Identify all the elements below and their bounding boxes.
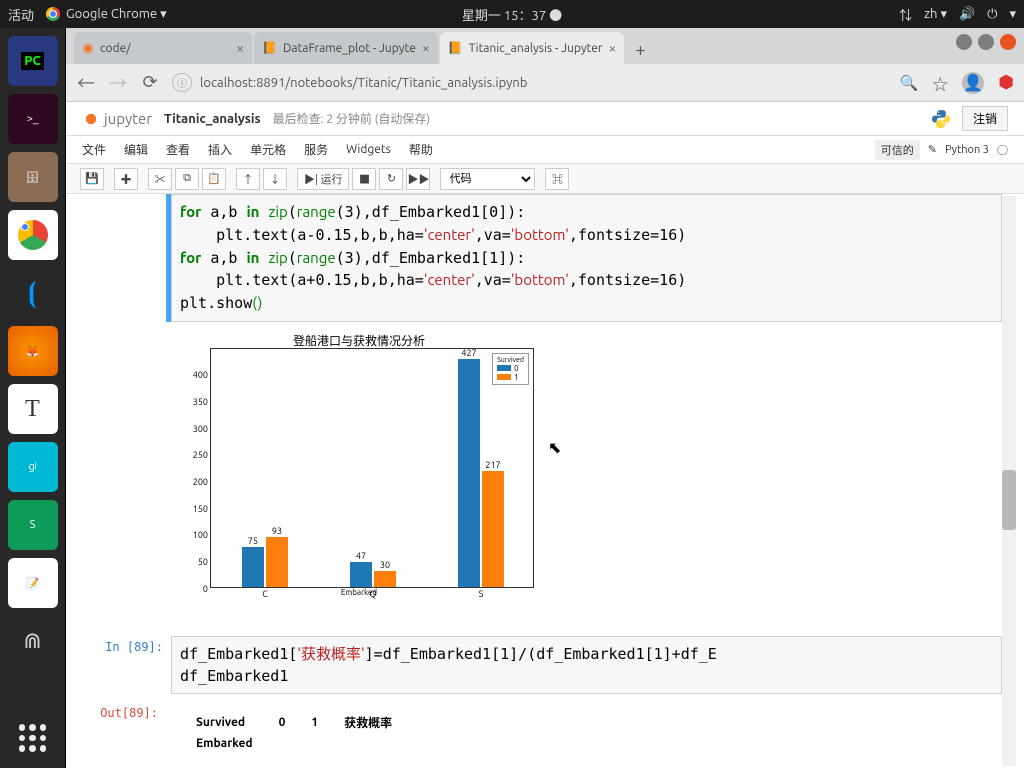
notebook-header: jupyter Titanic_analysis 最后检查: 2 分钟前 (自动… (66, 102, 1024, 136)
new-tab-button[interactable]: + (626, 36, 654, 64)
dock-wps[interactable]: S (8, 500, 58, 550)
menu-insert[interactable]: 插入 (208, 141, 232, 158)
menu-file[interactable]: 文件 (82, 141, 106, 158)
kernel-status-icon: ○ (997, 142, 1008, 158)
clock[interactable]: 星期一 15：37 ● (462, 5, 562, 24)
move-up-button[interactable]: ↑ (236, 168, 260, 190)
search-icon[interactable]: 🔍 (900, 74, 919, 92)
tab-strip: ◉code/× 📙DataFrame_plot - Jupyte× 📙Titan… (66, 28, 1024, 64)
menu-help[interactable]: 帮助 (409, 141, 433, 158)
scrollbar[interactable] (1002, 196, 1016, 766)
code-cell[interactable]: In [89]: df_Embarked1['获救概率']=df_Embarke… (166, 636, 1002, 695)
paste-button[interactable]: 📋 (202, 168, 226, 190)
volume-icon[interactable]: 🔊 (959, 7, 975, 22)
dock-text[interactable]: T (8, 384, 58, 434)
copy-button[interactable]: ⧉ (175, 168, 199, 190)
edit-icon[interactable]: ✎ (928, 143, 937, 156)
command-palette-button[interactable]: ⌘ (545, 168, 569, 190)
trusted-indicator[interactable]: 可信的 (875, 140, 920, 160)
restart-run-button[interactable]: ▶▶ (406, 168, 430, 190)
system-menu-icon[interactable]: ▾ (1009, 7, 1016, 22)
activities-button[interactable]: 活动 (8, 5, 34, 24)
chrome-icon (46, 7, 60, 21)
output-prompt: Out[89]: (78, 706, 158, 720)
dock-notes[interactable]: 📝 (8, 558, 58, 608)
bookmark-icon[interactable]: ☆ (932, 71, 948, 95)
move-down-button[interactable]: ↓ (263, 168, 287, 190)
cut-button[interactable]: ✂ (148, 168, 172, 190)
dock-chrome[interactable] (8, 210, 58, 260)
dock-terminal[interactable]: >_ (8, 94, 58, 144)
window-maximize[interactable] (978, 34, 994, 50)
chart-title: 登船港口与获救情况分析 (174, 330, 544, 349)
dock-app-teal[interactable]: gʲ (8, 442, 58, 492)
menu-cell[interactable]: 单元格 (250, 141, 286, 158)
kernel-name[interactable]: Python 3 (945, 144, 989, 156)
restart-button[interactable]: ↻ (379, 168, 403, 190)
app-menu[interactable]: Google Chrome ▾ (66, 7, 167, 22)
close-icon[interactable]: × (236, 40, 244, 56)
dock-pycharm[interactable]: PC (8, 36, 58, 86)
code-input[interactable]: for a,b in zip(range(3),df_Embarked1[0])… (171, 194, 1002, 322)
site-info-icon[interactable]: ⓘ (172, 73, 192, 92)
dock-vscode[interactable]: ⦗ (8, 268, 58, 318)
notebook-cells[interactable]: for a,b in zip(range(3),df_Embarked1[0])… (66, 194, 1024, 768)
back-button[interactable]: ← (76, 70, 96, 96)
tab-code[interactable]: ◉code/× (74, 32, 252, 64)
reload-button[interactable]: ⟳ (140, 72, 160, 93)
toolbar: 💾 ✚ ✂ ⧉ 📋 ↑ ↓ ▶| 运行 ■ ↻ ▶▶ 代码 ⌘ (66, 164, 1024, 194)
window-close[interactable] (1000, 34, 1016, 50)
menu-widgets[interactable]: Widgets (346, 143, 391, 156)
run-button[interactable]: ▶| 运行 (297, 168, 349, 190)
interrupt-button[interactable]: ■ (352, 168, 376, 190)
notebook-icon: 📙 (448, 41, 463, 55)
jupyter-logo[interactable]: jupyter (82, 110, 152, 128)
notebook-icon: 📙 (262, 41, 277, 55)
chart-xlabel: Embarked (174, 588, 544, 597)
menu-edit[interactable]: 编辑 (124, 141, 148, 158)
menu-kernel[interactable]: 服务 (304, 141, 328, 158)
checkpoint-status: 最后检查: 2 分钟前 (自动保存) (273, 110, 431, 127)
save-button[interactable]: 💾 (80, 168, 104, 190)
logout-button[interactable]: 注销 (962, 106, 1008, 131)
close-icon[interactable]: × (608, 40, 616, 56)
forward-button[interactable]: → (108, 70, 128, 96)
ublock-icon[interactable]: ⬢ (998, 72, 1014, 93)
chrome-window: ◉code/× 📙DataFrame_plot - Jupyte× 📙Titan… (66, 28, 1024, 768)
input-prompt: In [89]: (83, 640, 163, 654)
dock-files[interactable]: 🗄 (8, 152, 58, 202)
add-cell-button[interactable]: ✚ (114, 168, 138, 190)
jupyter-notebook: jupyter Titanic_analysis 最后检查: 2 分钟前 (自动… (66, 102, 1024, 768)
menu-bar: 文件 编辑 查看 插入 单元格 服务 Widgets 帮助 可信的 ✎ Pyth… (66, 136, 1024, 164)
menu-view[interactable]: 查看 (166, 141, 190, 158)
code-input[interactable]: df_Embarked1['获救概率']=df_Embarked1[1]/(df… (171, 636, 1002, 695)
dock-show-apps[interactable] (13, 718, 53, 758)
address-bar: ← → ⟳ ⓘ localhost:8891/notebooks/Titanic… (66, 64, 1024, 102)
network-icon[interactable]: ⇅ (899, 5, 912, 24)
dataframe-output: Survived01获救概率 Embarked (166, 702, 1002, 754)
bar-chart: 登船港口与获救情况分析 050100150200250300350400C759… (174, 330, 544, 620)
input-method-icon[interactable]: zh ▾ (924, 7, 947, 22)
gnome-topbar: 活动 Google Chrome ▾ 星期一 15：37 ● ⇅ zh ▾ 🔊 … (0, 0, 1024, 28)
tab-titanic[interactable]: 📙Titanic_analysis - Jupyter× (440, 32, 625, 64)
profile-avatar[interactable]: 👤 (962, 72, 984, 94)
power-icon[interactable]: ⏻ (987, 7, 997, 22)
jupyter-icon: ◉ (82, 40, 94, 57)
tab-dataframe[interactable]: 📙DataFrame_plot - Jupyte× (254, 32, 438, 64)
output-cell: Out[89]: Survived01获救概率 Embarked (166, 702, 1002, 754)
notebook-name[interactable]: Titanic_analysis (164, 112, 261, 126)
window-minimize[interactable] (956, 34, 972, 50)
python-icon (930, 108, 952, 130)
ubuntu-dock: PC >_ 🗄 ⦗ 🦊 T gʲ S 📝 ⋒ (0, 28, 66, 768)
dock-firefox[interactable]: 🦊 (8, 326, 58, 376)
output-chart: 登船港口与获救情况分析 050100150200250300350400C759… (166, 322, 1002, 628)
dock-anydesk[interactable]: ⋒ (8, 616, 58, 666)
url-input[interactable]: ⓘ localhost:8891/notebooks/Titanic/Titan… (172, 73, 888, 92)
close-icon[interactable]: × (422, 40, 430, 56)
code-cell[interactable]: for a,b in zip(range(3),df_Embarked1[0])… (166, 194, 1002, 322)
celltype-select[interactable]: 代码 (440, 168, 535, 190)
